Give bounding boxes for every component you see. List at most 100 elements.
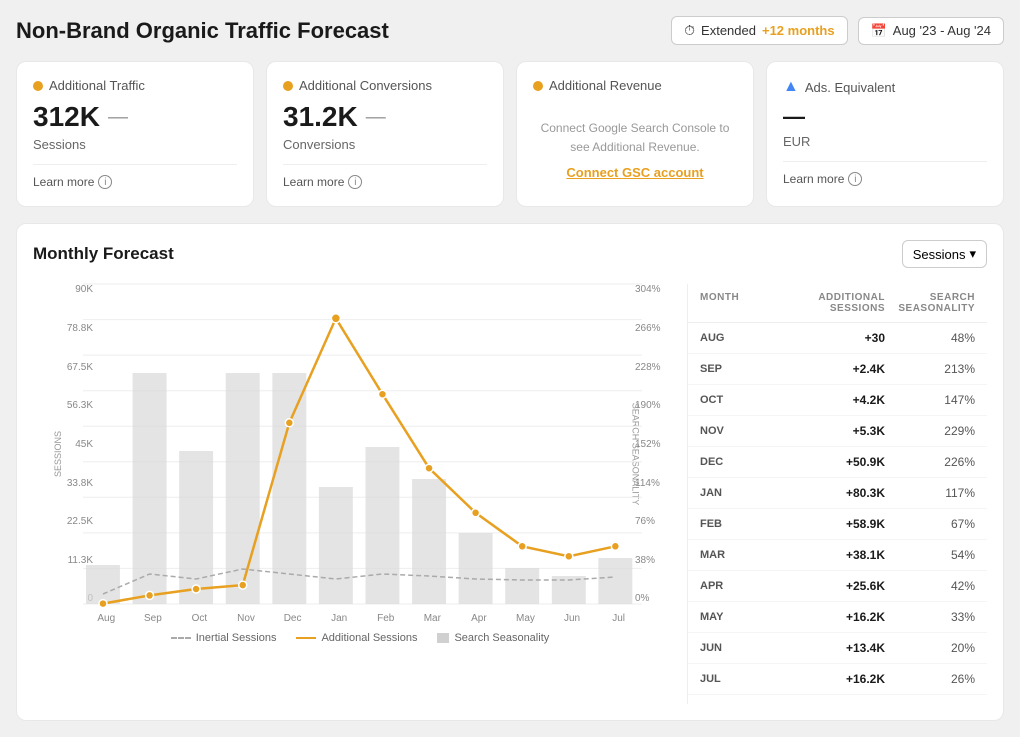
traffic-dash: — xyxy=(108,106,128,129)
td-seasonality: 33% xyxy=(885,610,975,624)
date-range-button[interactable]: 📅 Aug '23 - Aug '24 xyxy=(858,17,1004,45)
td-month: JUL xyxy=(700,672,760,686)
td-seasonality: 20% xyxy=(885,641,975,655)
traffic-learn-label: Learn more xyxy=(33,175,94,189)
td-sessions: +4.2K xyxy=(760,393,885,407)
traffic-info-icon: i xyxy=(98,175,112,189)
ads-label: Ads. Equivalent xyxy=(805,80,895,95)
legend-seasonality-label: Search Seasonality xyxy=(454,632,549,644)
x-feb: Feb xyxy=(362,613,409,624)
table-row: AUG +30 48% xyxy=(688,323,987,354)
ads-icon: ▲ xyxy=(783,78,799,96)
legend-seasonality: Search Seasonality xyxy=(437,632,549,644)
td-month: MAY xyxy=(700,610,760,624)
table-row: FEB +58.9K 67% xyxy=(688,509,987,540)
x-may: May xyxy=(502,613,549,624)
td-month: DEC xyxy=(700,455,760,469)
table-row: DEC +50.9K 226% xyxy=(688,447,987,478)
conversions-learn-label: Learn more xyxy=(283,175,344,189)
x-jan: Jan xyxy=(316,613,363,624)
chart-legend: Inertial Sessions Additional Sessions Se… xyxy=(33,632,687,644)
x-axis: Aug Sep Oct Nov Dec Jan Feb Mar Apr May … xyxy=(83,613,642,624)
table-body: AUG +30 48% SEP +2.4K 213% OCT +4.2K 147… xyxy=(688,323,987,695)
td-month: JUN xyxy=(700,641,760,655)
extended-label: Extended xyxy=(701,23,756,38)
header: Non-Brand Organic Traffic Forecast ⏱ Ext… xyxy=(16,16,1004,45)
td-seasonality: 26% xyxy=(885,672,975,686)
td-seasonality: 147% xyxy=(885,393,975,407)
conversions-dash: — xyxy=(366,106,386,129)
td-month: JAN xyxy=(700,486,760,500)
x-nov: Nov xyxy=(223,613,270,624)
td-sessions: +13.4K xyxy=(760,641,885,655)
td-sessions: +38.1K xyxy=(760,548,885,562)
page-title: Non-Brand Organic Traffic Forecast xyxy=(16,18,389,44)
seasonality-bar-icon xyxy=(437,633,449,643)
sessions-dropdown[interactable]: Sessions ▾ xyxy=(902,240,987,268)
forecast-title: Monthly Forecast xyxy=(33,244,174,264)
th-sessions: ADDITIONALSESSIONS xyxy=(760,292,885,314)
td-sessions: +16.2K xyxy=(760,672,885,686)
conversions-unit: Conversions xyxy=(283,137,487,152)
legend-additional-label: Additional Sessions xyxy=(321,632,417,644)
td-seasonality: 229% xyxy=(885,424,975,438)
table-row: MAY +16.2K 33% xyxy=(688,602,987,633)
x-dec: Dec xyxy=(269,613,316,624)
td-sessions: +50.9K xyxy=(760,455,885,469)
forecast-header: Monthly Forecast Sessions ▾ xyxy=(33,240,987,268)
revenue-connect-text: Connect Google Search Console to see Add… xyxy=(533,119,737,157)
kpi-card-ads: ▲ Ads. Equivalent — EUR Learn more i xyxy=(766,61,1004,207)
ads-learn-more[interactable]: Learn more i xyxy=(783,161,987,186)
td-sessions: +2.4K xyxy=(760,362,885,376)
traffic-unit: Sessions xyxy=(33,137,237,152)
legend-inertial-label: Inertial Sessions xyxy=(196,632,277,644)
x-jun: Jun xyxy=(549,613,596,624)
td-seasonality: 54% xyxy=(885,548,975,562)
forecast-content: SESSIONS SEARCH SEASONALITY 90K 78.8K 67… xyxy=(33,284,987,704)
additional-line-icon xyxy=(296,637,316,639)
revenue-label: Additional Revenue xyxy=(549,78,662,93)
traffic-value: 312K xyxy=(33,101,100,133)
table-row: JUN +13.4K 20% xyxy=(688,633,987,664)
td-sessions: +30 xyxy=(760,331,885,345)
extended-button[interactable]: ⏱ Extended +12 months xyxy=(671,16,847,45)
calendar-icon: 📅 xyxy=(871,23,887,39)
td-seasonality: 42% xyxy=(885,579,975,593)
td-seasonality: 48% xyxy=(885,331,975,345)
date-range-label: Aug '23 - Aug '24 xyxy=(893,23,991,38)
revenue-dot xyxy=(533,81,543,91)
conversions-learn-more[interactable]: Learn more i xyxy=(283,164,487,189)
td-seasonality: 117% xyxy=(885,486,975,500)
ads-value: — xyxy=(783,104,805,130)
x-oct: Oct xyxy=(176,613,223,624)
revenue-connect-link[interactable]: Connect GSC account xyxy=(566,165,703,180)
traffic-label: Additional Traffic xyxy=(49,78,145,93)
table-row: JUL +16.2K 26% xyxy=(688,664,987,695)
chevron-down-icon: ▾ xyxy=(969,246,976,262)
ads-unit: EUR xyxy=(783,134,987,149)
x-mar: Mar xyxy=(409,613,456,624)
td-seasonality: 213% xyxy=(885,362,975,376)
ads-learn-label: Learn more xyxy=(783,172,844,186)
page: Non-Brand Organic Traffic Forecast ⏱ Ext… xyxy=(0,0,1020,737)
td-month: AUG xyxy=(700,331,760,345)
extended-icon: ⏱ xyxy=(684,22,695,39)
forecast-table: MONTH ADDITIONALSESSIONS SEARCHSEASONALI… xyxy=(687,284,987,704)
table-row: OCT +4.2K 147% xyxy=(688,385,987,416)
kpi-card-conversions: Additional Conversions 31.2K — Conversio… xyxy=(266,61,504,207)
td-month: SEP xyxy=(700,362,760,376)
table-row: SEP +2.4K 213% xyxy=(688,354,987,385)
td-month: NOV xyxy=(700,424,760,438)
x-sep: Sep xyxy=(130,613,177,624)
chart-plot xyxy=(83,284,642,604)
traffic-dot xyxy=(33,81,43,91)
th-seasonality: SEARCHSEASONALITY xyxy=(885,292,975,314)
legend-additional: Additional Sessions xyxy=(296,632,417,644)
td-month: MAR xyxy=(700,548,760,562)
td-month: FEB xyxy=(700,517,760,531)
ads-info-icon: i xyxy=(848,172,862,186)
table-row: JAN +80.3K 117% xyxy=(688,478,987,509)
td-sessions: +16.2K xyxy=(760,610,885,624)
traffic-learn-more[interactable]: Learn more i xyxy=(33,164,237,189)
forecast-section: Monthly Forecast Sessions ▾ SESSIONS SEA… xyxy=(16,223,1004,721)
